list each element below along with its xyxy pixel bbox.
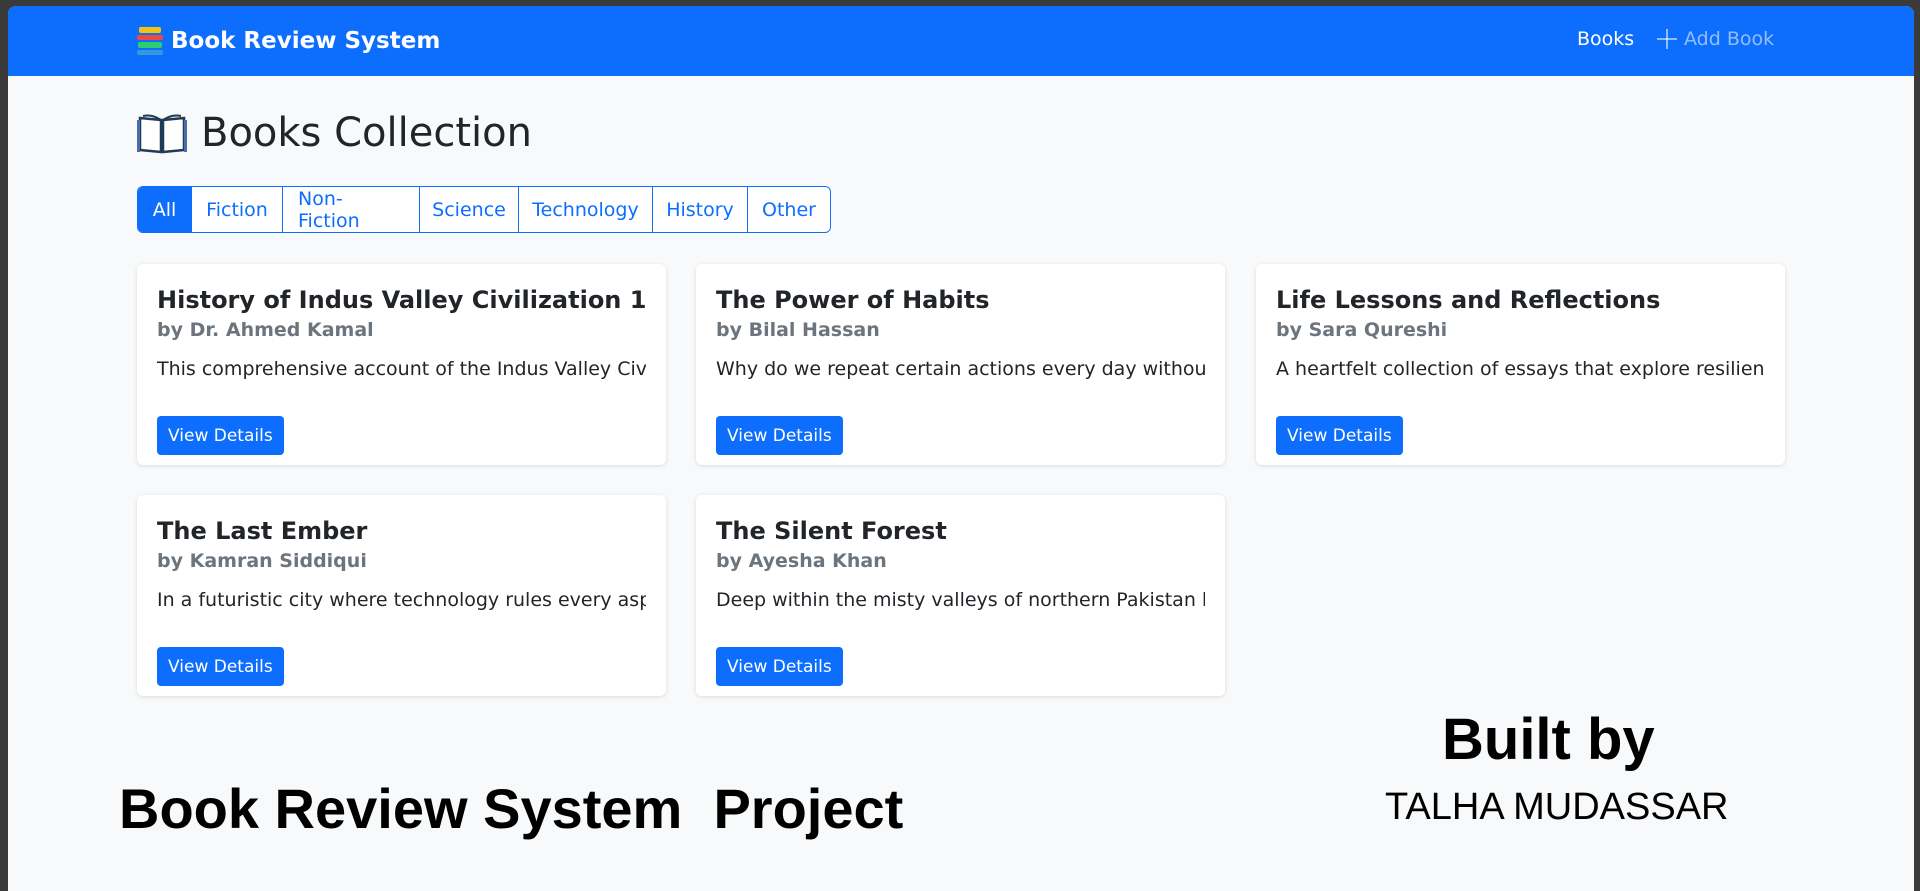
filter-science[interactable]: Science [420, 187, 519, 232]
navbar: Book Review System Books Add Book [8, 6, 1914, 76]
filter-technology[interactable]: Technology [519, 187, 653, 232]
built-by-label: Built by [1442, 707, 1655, 772]
view-details-button[interactable]: View Details [716, 416, 843, 455]
category-filter-group: All Fiction Non-Fiction Science Technolo… [137, 186, 831, 233]
book-excerpt: A heartfelt collection of essays that ex… [1276, 358, 1765, 380]
view-details-button[interactable]: View Details [716, 647, 843, 686]
book-excerpt: Deep within the misty valleys of norther… [716, 589, 1205, 611]
plus-icon [1656, 28, 1678, 50]
book-card: The Last Ember by Kamran Siddiqui In a f… [137, 495, 666, 696]
book-excerpt: This comprehensive account of the Indus … [157, 358, 646, 380]
book-author: by Bilal Hassan [716, 319, 880, 341]
view-details-button[interactable]: View Details [1276, 416, 1403, 455]
project-label: Book Review System Project [119, 777, 904, 840]
book-title: Life Lessons and Reflections [1276, 286, 1661, 314]
open-book-icon [137, 114, 187, 154]
nav-add-book-label: Add Book [1684, 28, 1775, 50]
brand-label: Book Review System [171, 28, 441, 54]
book-title: The Silent Forest [716, 517, 947, 545]
book-title: History of Indus Valley Civilization 1 [157, 286, 646, 314]
view-details-button[interactable]: View Details [157, 647, 284, 686]
book-card: Life Lessons and Reflections by Sara Qur… [1256, 264, 1785, 465]
filter-non-fiction[interactable]: Non-Fiction [283, 187, 420, 232]
nav-books-link[interactable]: Books [1577, 28, 1634, 50]
book-excerpt: Why do we repeat certain actions every d… [716, 358, 1205, 380]
books-stack-icon [137, 27, 163, 55]
book-title: The Last Ember [157, 517, 368, 545]
filter-all[interactable]: All [138, 187, 192, 232]
nav-add-book-link[interactable]: Add Book [1656, 28, 1774, 50]
book-card: The Power of Habits by Bilal Hassan Why … [696, 264, 1225, 465]
view-details-button[interactable]: View Details [157, 416, 284, 455]
book-title: The Power of Habits [716, 286, 990, 314]
filter-history[interactable]: History [653, 187, 748, 232]
filter-other[interactable]: Other [748, 187, 830, 232]
book-author: by Sara Qureshi [1276, 319, 1448, 341]
book-author: by Ayesha Khan [716, 550, 887, 572]
book-author: by Kamran Siddiqui [157, 550, 367, 572]
author-name: TALHA MUDASSAR [1385, 786, 1729, 828]
filter-fiction[interactable]: Fiction [192, 187, 283, 232]
book-excerpt: In a futuristic city where technology ru… [157, 589, 646, 611]
page-title: Books Collection [137, 110, 532, 156]
browser-viewport: Book Review System Books Add Book Books … [8, 6, 1914, 891]
book-card: The Silent Forest by Ayesha Khan Deep wi… [696, 495, 1225, 696]
book-card: History of Indus Valley Civilization 1 b… [137, 264, 666, 465]
book-author: by Dr. Ahmed Kamal [157, 319, 374, 341]
page-title-text: Books Collection [201, 110, 532, 156]
brand-link[interactable]: Book Review System [137, 25, 440, 57]
